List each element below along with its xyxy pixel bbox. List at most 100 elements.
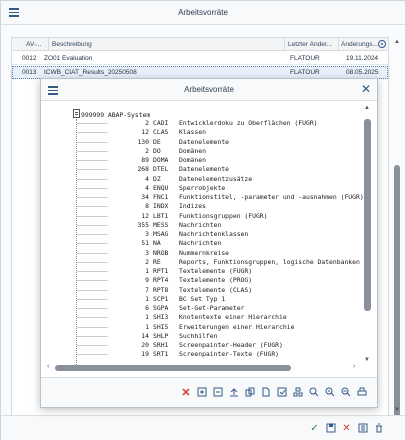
- tree-item-text: Nachrichten: [179, 220, 222, 229]
- column-header-description[interactable]: Beschreibung: [52, 41, 92, 48]
- scroll-down-icon[interactable]: ▼: [394, 407, 400, 413]
- inner-vertical-scrollbar[interactable]: ▲ ▼: [363, 105, 373, 367]
- scroll-up-icon[interactable]: ▲: [364, 105, 370, 111]
- tree-item-object-type: CLAS: [153, 128, 169, 137]
- outer-title: Arbeitsvorräte: [178, 8, 228, 17]
- delete-icon[interactable]: [181, 387, 191, 397]
- tree-item-text: Knotentexte einer Hierarchie: [179, 313, 287, 322]
- tree-item[interactable]: ––––––––– 20 SRH1 Screenpainter-Header (FUG…: [77, 341, 283, 350]
- tree-item[interactable]: ––––––––– 1 RPT1 Textelemente (FUGR): [77, 267, 252, 276]
- tree-item[interactable]: ––––––––– 2 CADI Entwicklerdoku zu Oberfläc…: [77, 119, 318, 128]
- tree-item-count: 2: [145, 146, 149, 155]
- document-icon[interactable]: [261, 387, 271, 397]
- tree-item-text: Suchhilfen: [179, 331, 218, 340]
- tree-item[interactable]: ––––––––– 89 DOMA Domänen: [77, 156, 206, 165]
- tree-item[interactable]: ––––––––– 34 FNC1 Funktionstitel, -paramete…: [77, 193, 363, 202]
- tree-item-text: Entwicklerdoku zu Oberflächen (FUGR): [179, 119, 318, 127]
- tree-item[interactable]: ––––––––– 7 RPT8 Textelemente (CLAS): [77, 286, 252, 295]
- table-row[interactable]: 0012 ZO01 Evaluation FLATOUR 19.11.2024: [12, 52, 388, 65]
- save-icon[interactable]: [325, 423, 336, 434]
- expand-icon[interactable]: [197, 387, 207, 397]
- tree-item-text: Textelemente (FUGR): [179, 267, 253, 275]
- tree-item-count: 1: [145, 322, 149, 331]
- tree-item-count: 12: [141, 128, 149, 137]
- tree-item[interactable]: ––––––––– 355 MESS Nachrichten: [77, 221, 221, 230]
- scroll-up-icon[interactable]: ▲: [394, 39, 400, 45]
- tree-item-object-type: NROB: [153, 248, 169, 257]
- select-icon[interactable]: [277, 387, 287, 397]
- outer-vertical-scrollbar[interactable]: ▲ ▼: [393, 37, 401, 431]
- column-header-id[interactable]: AV-...: [26, 41, 41, 48]
- tree-item-text: Textelemente (PROG): [179, 276, 253, 285]
- inner-header: Arbeitsvorräte ✕: [41, 79, 377, 101]
- tree-item[interactable]: ––––––––– 1 SHI5 Erweiterungen einer Hierar…: [77, 323, 294, 332]
- tree-item-text: Sperrobjekte: [179, 183, 226, 192]
- find-next-icon[interactable]: [325, 387, 335, 397]
- tree-item[interactable]: ––––––––– 130 DE Datenelemente: [77, 138, 229, 147]
- tree-connector: –––––––––: [77, 128, 108, 137]
- tree-item[interactable]: ––––––––– 19 SRT1 Screenpainter-Texte (FUGR…: [77, 350, 279, 359]
- tree-item[interactable]: ––––––––– 4 ENQU Sperrobjekte: [77, 184, 225, 193]
- tree-item-text: Funktionsgruppen (FUGR): [179, 211, 268, 220]
- close-icon[interactable]: ✕: [361, 82, 371, 96]
- row-description: ZO01 Evaluation: [44, 55, 93, 62]
- inner-horizontal-scrollbar[interactable]: ‹ ›: [47, 363, 363, 372]
- hierarchy-icon[interactable]: [293, 387, 303, 397]
- tree-item[interactable]: ––––––––– 1 SHI3 Knotentexte einer Hierarch…: [77, 313, 287, 322]
- column-header-changed-on[interactable]: Änderungs...: [341, 41, 378, 48]
- tree-item[interactable]: ––––––––– 9 RPT4 Textelemente (PROG): [77, 276, 252, 285]
- cancel-icon[interactable]: ✕: [341, 423, 352, 434]
- table-settings-icon[interactable]: [378, 40, 386, 48]
- tree-item-count: 130: [137, 137, 149, 146]
- tree-item-object-type: SHI5: [153, 322, 169, 331]
- scroll-right-icon[interactable]: ›: [353, 363, 355, 370]
- tree-item-count: 3: [145, 248, 149, 257]
- select-all-icon[interactable]: [357, 423, 368, 434]
- row-id: 0013: [22, 69, 37, 76]
- tree-item[interactable]: ––––––––– 51 NA Nachrichten: [77, 239, 221, 248]
- tree-item[interactable]: ––––––––– 1 SCP1 BC Set Typ 1: [77, 295, 225, 304]
- tree-item-count: 19: [141, 350, 149, 359]
- confirm-icon[interactable]: ✓: [309, 423, 320, 434]
- tree-root-node[interactable]: 999999 ABAP-System: [81, 111, 150, 119]
- tree-item-text: Datenelemente: [179, 137, 230, 146]
- tree-connector: –––––––––: [77, 322, 108, 331]
- scroll-thumb[interactable]: [364, 119, 371, 311]
- tree-item[interactable]: ––––––––– 8 INDX Indizes: [77, 202, 206, 211]
- tree-item[interactable]: ––––––––– 4 DZ Datenelementzusätze: [77, 175, 252, 184]
- copy-icon[interactable]: [245, 387, 255, 397]
- tree-item[interactable]: ––––––––– 268 DTEL Datenelemente: [77, 165, 229, 174]
- upload-icon[interactable]: [229, 387, 239, 397]
- tree-item-text: Domänen: [179, 156, 206, 164]
- column-header-changed-by[interactable]: Letzter Änder...: [288, 41, 332, 48]
- tree-item-text: Datenelementzusätze: [179, 174, 253, 183]
- zoom-out-icon[interactable]: [341, 387, 351, 397]
- tree-item[interactable]: ––––––––– 3 NROB Nummernkreise: [77, 249, 229, 258]
- tree-connector: –––––––––: [77, 294, 108, 303]
- scroll-thumb[interactable]: [394, 165, 400, 431]
- table-header: AV-... Beschreibung Letzter Änder... Änd…: [12, 38, 388, 51]
- scroll-left-icon[interactable]: ‹: [47, 363, 49, 370]
- tree-item-object-type: NA: [153, 239, 161, 248]
- tree-item[interactable]: ––––––––– 2 RE Reports, Funktionsgruppen, l…: [77, 258, 360, 267]
- tree-connector: –––––––––: [77, 331, 108, 340]
- scroll-down-icon[interactable]: ▼: [364, 357, 370, 363]
- tree-connector: –––––––––: [77, 239, 108, 248]
- tree-item-object-type: LBT1: [153, 211, 169, 220]
- find-icon[interactable]: [309, 387, 319, 397]
- collapse-icon[interactable]: [213, 387, 223, 397]
- tree-item[interactable]: ––––––––– 6 SGPA Set-Get-Parameter: [77, 304, 244, 313]
- tree-item[interactable]: ––––––––– 2 DO Domänen: [77, 147, 206, 156]
- tree-item[interactable]: ––––––––– 14 SHLP Suchhilfen: [77, 332, 217, 341]
- tree-item[interactable]: ––––––––– 3 MSAG Nachrichtenklassen: [77, 230, 248, 239]
- tree-item-object-type: MSAG: [153, 230, 169, 238]
- object-tree: 999999 ABAP-System ––––––––– 2 CADI Entwick…: [45, 103, 363, 365]
- tree-item[interactable]: ––––––––– 12 CLAS Klassen: [77, 128, 206, 137]
- print-icon[interactable]: [357, 387, 367, 397]
- tree-connector: –––––––––: [77, 137, 108, 146]
- tree-item-object-type: INDX: [153, 202, 169, 211]
- scroll-thumb[interactable]: [55, 365, 291, 371]
- tree-connector: –––––––––: [77, 193, 108, 201]
- delete-icon[interactable]: [373, 423, 384, 434]
- tree-item[interactable]: ––––––––– 12 LBT1 Funktionsgruppen (FUGR): [77, 212, 268, 221]
